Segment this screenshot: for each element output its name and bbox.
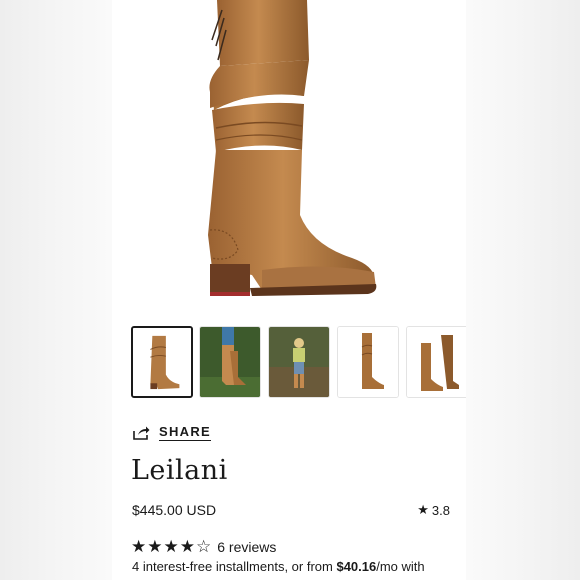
product-page: SHARE Leilani $445.00 USD ★ 3.8 ★ ★ ★ ★ …: [112, 0, 466, 580]
rating-value: 3.8: [431, 502, 450, 518]
boot-side-icon: [338, 327, 398, 397]
installments-prefix: 4 interest-free installments, or from: [132, 559, 337, 574]
installments-text: 4 interest-free installments, or from $4…: [132, 559, 425, 574]
star-filled-icon: ★: [163, 537, 179, 556]
star-filled-icon: ★: [131, 537, 147, 556]
installments-suffix: /mo with: [376, 559, 425, 574]
boot-image: [208, 0, 377, 296]
installments-amount: $40.16: [336, 559, 377, 574]
reviews-link[interactable]: 6 reviews: [217, 539, 276, 555]
product-price: $445.00 USD: [132, 502, 217, 518]
boot-product-icon: [133, 328, 191, 396]
star-filled-icon: ★: [147, 537, 163, 556]
star-icon: ★: [417, 502, 429, 517]
blurred-backdrop-left: [0, 0, 112, 580]
thumbnail-strip[interactable]: [131, 326, 466, 400]
review-stars-row[interactable]: ★ ★ ★ ★ ☆ 6 reviews: [131, 538, 276, 555]
share-icon: [133, 426, 150, 440]
product-title: Leilani: [131, 455, 228, 486]
star-filled-icon: ★: [179, 537, 195, 556]
share-label: SHARE: [159, 424, 212, 441]
star-empty-icon: ☆: [196, 537, 212, 556]
boot-worn-outdoor-icon: [200, 327, 260, 397]
blurred-backdrop-right: [466, 0, 580, 580]
thumbnail-3[interactable]: [268, 326, 330, 398]
hero-product-image[interactable]: [112, 0, 466, 310]
thumbnail-1[interactable]: [131, 326, 193, 398]
thumbnail-2[interactable]: [199, 326, 261, 398]
boot-pair-icon: [407, 327, 466, 397]
share-button[interactable]: SHARE: [132, 424, 212, 441]
thumbnail-4[interactable]: [337, 326, 399, 398]
model-in-forest-icon: [269, 327, 329, 397]
rating-summary[interactable]: ★ 3.8: [417, 502, 450, 518]
thumbnail-5[interactable]: [406, 326, 466, 398]
